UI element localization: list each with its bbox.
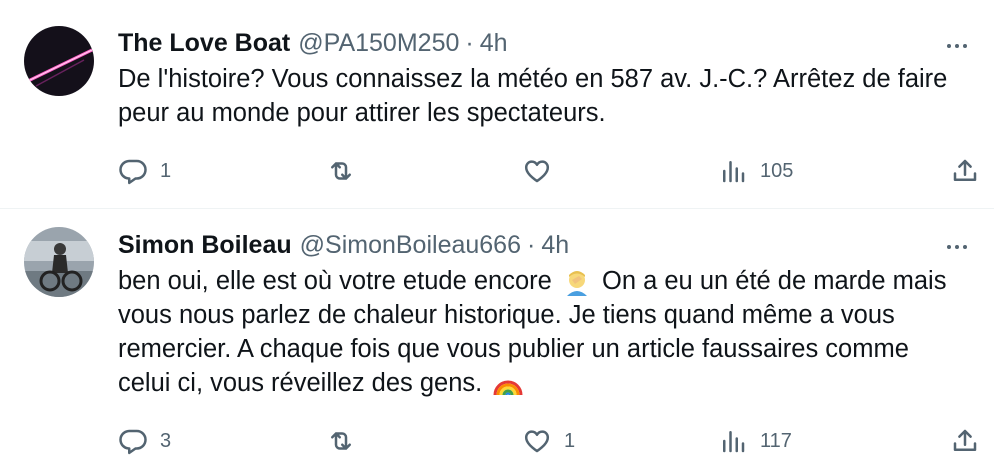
more-icon[interactable]: [942, 36, 972, 56]
reply-icon: [119, 159, 147, 185]
retweet-icon: [331, 432, 351, 450]
author-name[interactable]: The Love Boat: [118, 29, 290, 58]
like-button[interactable]: 1: [522, 424, 575, 458]
like-button[interactable]: [522, 154, 564, 188]
timestamp[interactable]: 4h: [541, 231, 569, 260]
tweet[interactable]: Simon Boileau @SimonBoileau666 · 4h ben …: [0, 209, 994, 468]
tweet-text-line: peur au monde pour attirer les spectateu…: [118, 99, 606, 127]
avatar[interactable]: [24, 227, 94, 297]
retweet-icon: [331, 162, 351, 180]
reply-icon: [119, 429, 147, 455]
tweet[interactable]: The Love Boat @PA150M250 · 4h De l'histo…: [0, 0, 994, 208]
share-button[interactable]: [950, 154, 980, 188]
avatar-image: [24, 26, 94, 96]
author-handle[interactable]: @PA150M250: [298, 29, 459, 58]
share-button[interactable]: [950, 424, 980, 458]
views-button[interactable]: 105: [718, 154, 793, 188]
tweet-text-line: De l'histoire? Vous connaissez la météo …: [118, 65, 948, 93]
author-handle[interactable]: @SimonBoileau666: [300, 231, 521, 260]
retweet-button[interactable]: [326, 424, 368, 458]
separator: ·: [465, 28, 474, 57]
like-count: 1: [564, 429, 576, 452]
reply-count: 1: [160, 159, 172, 182]
reply-button[interactable]: 3: [118, 424, 171, 458]
view-count: 105: [760, 159, 794, 182]
tweet-header: Simon Boileau @SimonBoileau666 · 4h: [118, 228, 569, 262]
share-icon: [953, 429, 977, 451]
rainbow-emoji: [493, 380, 523, 396]
more-icon[interactable]: [942, 237, 972, 257]
retweet-button[interactable]: [326, 154, 368, 188]
tweet-text: De l'histoire? Vous connaissez la météo …: [118, 62, 978, 130]
tweet-text-line: celui ci, vous réveillez des gens.: [118, 366, 978, 400]
avatar-image: [24, 227, 94, 297]
tweet-actions: 1 105: [0, 154, 994, 188]
reply-button[interactable]: 1: [118, 154, 171, 188]
tweet-actions: 3 1 117: [0, 424, 994, 458]
separator: ·: [527, 230, 536, 259]
tweet-text-line: vous nous parlez de chaleur historique. …: [118, 301, 895, 329]
tweet-text: ben oui, elle est où votre etude encore …: [118, 264, 978, 400]
tweet-text-segment: ben oui, elle est où votre etude encore: [118, 267, 552, 295]
heart-icon: [524, 430, 550, 453]
timestamp[interactable]: 4h: [480, 29, 508, 58]
tweet-text-segment: On a eu un été de marde mais: [602, 267, 947, 295]
reply-count: 3: [160, 429, 172, 452]
author-name[interactable]: Simon Boileau: [118, 231, 292, 260]
share-icon: [953, 159, 977, 181]
tweet-text-segment: celui ci, vous réveillez des gens.: [118, 369, 483, 397]
tweet-text-line: remercier. A chaque fois que vous publie…: [118, 335, 909, 363]
view-count: 117: [760, 429, 792, 452]
tweet-text-line: ben oui, elle est où votre etude encore …: [118, 264, 978, 298]
avatar[interactable]: [24, 26, 94, 96]
views-icon: [723, 161, 745, 183]
person-facepalming-emoji: [566, 271, 587, 297]
views-icon: [723, 431, 745, 453]
heart-icon: [524, 160, 550, 183]
tweet-header: The Love Boat @PA150M250 · 4h: [118, 26, 508, 60]
views-button[interactable]: 117: [718, 424, 792, 458]
